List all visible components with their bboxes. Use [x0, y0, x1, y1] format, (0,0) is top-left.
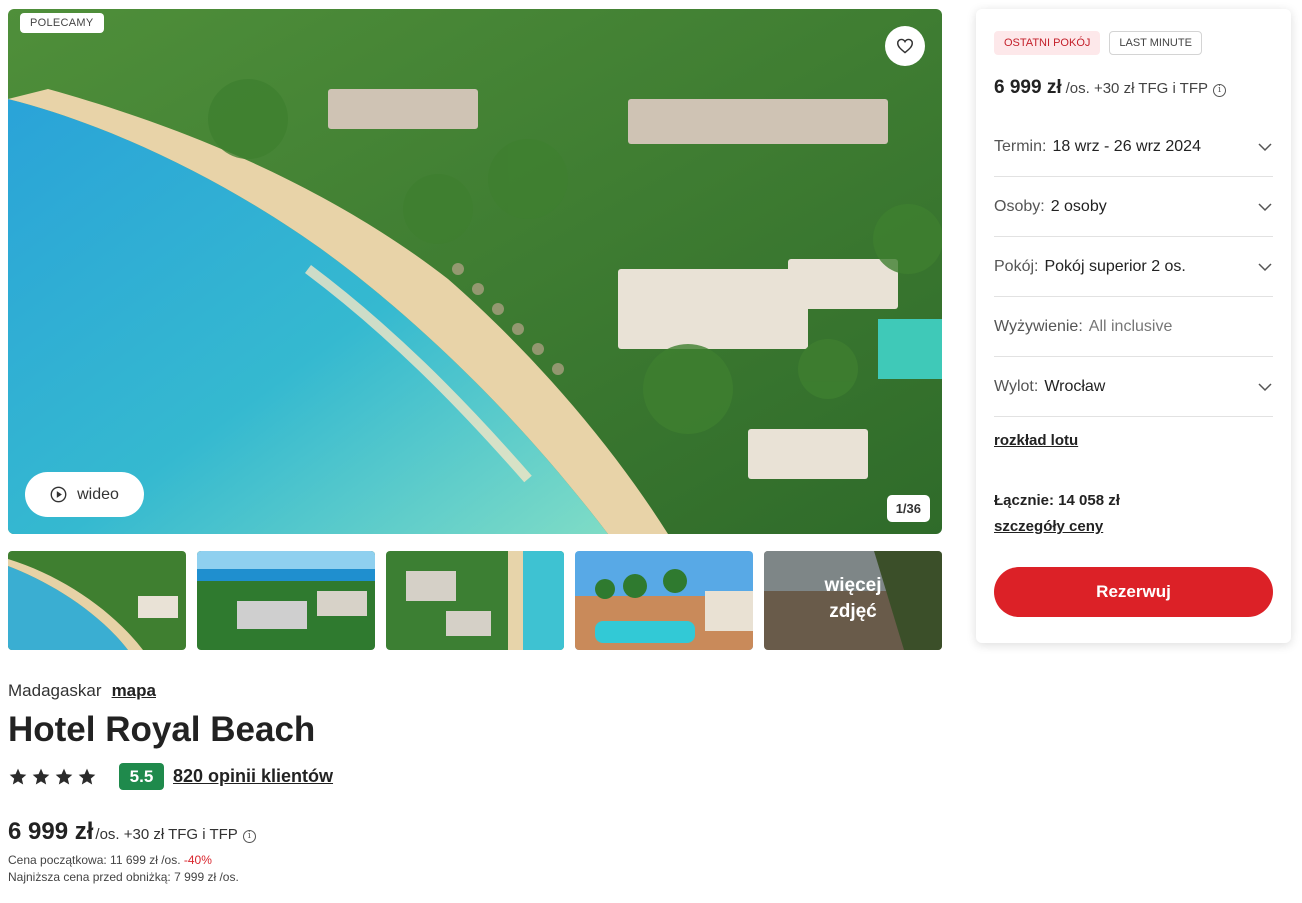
thumbnail-4[interactable] [575, 551, 753, 650]
last-room-tag: OSTATNI POKÓJ [994, 31, 1101, 55]
row-value: All inclusive [1088, 317, 1173, 335]
row-value: 18 wrz - 26 wrz 2024 [1052, 137, 1201, 155]
hotel-aerial-photo [8, 9, 942, 534]
total-price: Łącznie: 14 058 zł [994, 492, 1120, 509]
discount-label: -40% [183, 853, 212, 867]
chevron-down-icon [1258, 142, 1272, 151]
row-label: Osoby: [994, 197, 1045, 215]
video-button[interactable]: wideo [25, 472, 144, 517]
thumbnail-image [197, 551, 375, 650]
thumbnail-1[interactable] [8, 551, 186, 650]
hotel-price: 6 999 zł /os. +30 zł TFG i TFP i [8, 818, 256, 846]
persons-select[interactable]: Osoby: 2 osoby [994, 177, 1273, 237]
heart-icon [896, 38, 914, 54]
booking-panel: OSTATNI POKÓJ LAST MINUTE 6 999 zł /os. … [976, 9, 1291, 643]
hotel-stars [8, 767, 97, 787]
offer-tags: OSTATNI POKÓJ LAST MINUTE [994, 31, 1202, 55]
reviews-link[interactable]: 820 opinii klientów [173, 766, 333, 787]
price-details-link[interactable]: szczegóły ceny [994, 518, 1103, 535]
more-photos-line2: zdjęć [829, 601, 877, 622]
chevron-down-icon [1258, 202, 1272, 211]
main-photo[interactable]: POLECAMY wideo 1/36 [8, 9, 942, 534]
row-value: 2 osoby [1050, 197, 1107, 215]
favorite-button[interactable] [885, 26, 925, 66]
more-photos-line1: więcej [824, 575, 882, 596]
panel-price: 6 999 zł /os. +30 zł TFG i TFP i [994, 77, 1227, 99]
chevron-down-icon [1258, 382, 1272, 391]
last-minute-tag: LAST MINUTE [1109, 31, 1202, 55]
flight-schedule-link[interactable]: rozkład lotu [994, 432, 1078, 449]
recommended-badge: POLECAMY [20, 13, 104, 33]
hotel-title: Hotel Royal Beach [8, 710, 316, 749]
score-badge: 5.5 [119, 763, 164, 790]
more-photos-label: więcej zdjęć [764, 573, 942, 625]
thumbnail-more[interactable]: więcej zdjęć [764, 551, 942, 650]
original-price-label: Cena początkowa: 11 699 zł /os. [8, 853, 181, 867]
row-value: Pokój superior 2 os. [1044, 257, 1186, 275]
row-label: Pokój: [994, 257, 1039, 275]
rating-row: 5.5 820 opinii klientów [8, 763, 333, 790]
board-row: Wyżywienie: All inclusive [994, 297, 1273, 357]
thumbnail-image [386, 551, 564, 650]
row-label: Wylot: [994, 377, 1039, 395]
star-icon [55, 768, 73, 784]
star-icon [9, 768, 27, 784]
location-name: Madagaskar [8, 681, 102, 700]
location-row: Madagaskar mapa [8, 681, 156, 701]
thumbnail-2[interactable] [197, 551, 375, 650]
map-link[interactable]: mapa [112, 681, 156, 701]
departure-select[interactable]: Wylot: Wrocław [994, 357, 1273, 417]
info-icon[interactable]: i [1213, 83, 1227, 97]
thumbnail-image [8, 551, 186, 650]
chevron-down-icon [1258, 262, 1272, 271]
price-amount: 6 999 zł [8, 818, 94, 845]
date-select[interactable]: Termin: 18 wrz - 26 wrz 2024 [994, 117, 1273, 177]
book-button[interactable]: Rezerwuj [994, 567, 1273, 617]
row-value: Wrocław [1044, 377, 1106, 395]
price-suffix: /os. +30 zł TFG i TFP [95, 826, 238, 843]
booking-options: Termin: 18 wrz - 26 wrz 2024 Osoby: 2 osob… [994, 117, 1273, 417]
star-icon [78, 768, 96, 784]
star-icon [32, 768, 50, 784]
info-icon[interactable]: i [242, 829, 256, 843]
room-select[interactable]: Pokój: Pokój superior 2 os. [994, 237, 1273, 297]
panel-price-suffix: /os. +30 zł TFG i TFP [1065, 80, 1209, 97]
video-label: wideo [77, 485, 119, 503]
row-label: Wyżywienie: [994, 317, 1083, 335]
play-icon [50, 486, 67, 503]
row-label: Termin: [994, 137, 1047, 155]
photo-counter: 1/36 [886, 495, 930, 522]
thumbnail-strip: więcej zdjęć [8, 551, 942, 650]
thumbnail-3[interactable] [386, 551, 564, 650]
lowest-price: Najniższa cena przed obniżką: 7 999 zł /… [8, 870, 239, 884]
original-price: Cena początkowa: 11 699 zł /os. -40% [8, 853, 212, 867]
thumbnail-image [575, 551, 753, 650]
panel-price-amount: 6 999 zł [994, 77, 1062, 98]
